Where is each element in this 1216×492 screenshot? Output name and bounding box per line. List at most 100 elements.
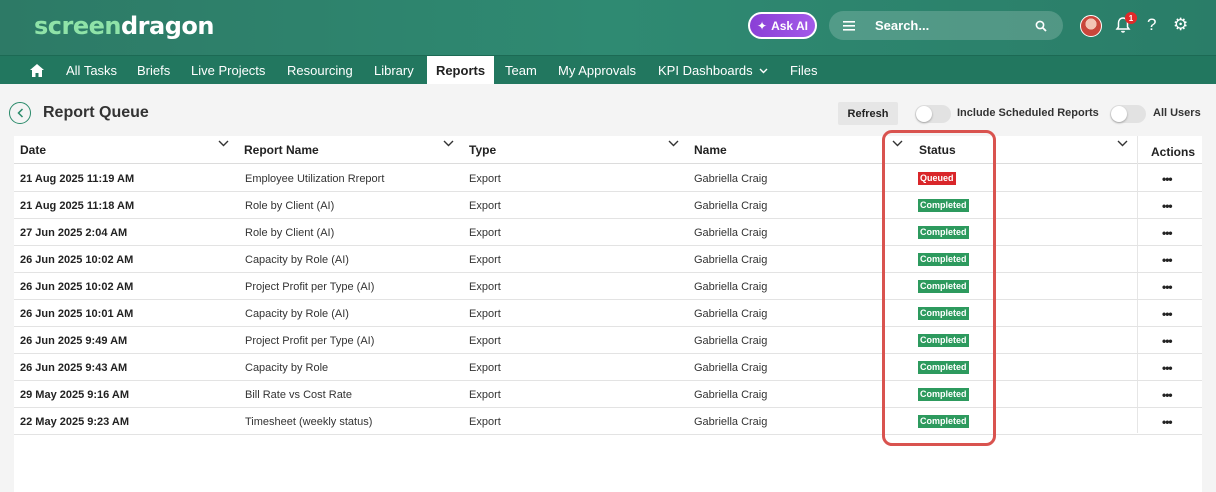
cell-report-name: Project Profit per Type (AI) — [245, 334, 375, 347]
table-row[interactable]: 26 Jun 2025 9:43 AM Capacity by Role Expor… — [14, 354, 1202, 381]
chevron-down-icon[interactable] — [443, 140, 454, 147]
nav-reports[interactable]: Reports — [427, 56, 494, 85]
cell-type: Export — [469, 172, 501, 185]
row-actions-button[interactable]: ••• — [1162, 408, 1173, 435]
main-nav: All Tasks Briefs Live Projects Resourcin… — [0, 55, 1216, 85]
gear-icon[interactable]: ⚙ — [1173, 15, 1188, 35]
cell-name: Gabriella Craig — [694, 361, 768, 374]
cell-name: Gabriella Craig — [694, 388, 768, 401]
more-icon: ••• — [1162, 333, 1173, 348]
table-row[interactable]: 22 May 2025 9:23 AM Timesheet (weekly sta… — [14, 408, 1202, 435]
more-icon: ••• — [1162, 414, 1173, 429]
chevron-down-icon[interactable] — [668, 140, 679, 147]
cell-date: 26 Jun 2025 10:02 AM — [20, 253, 134, 266]
cell-report-name: Capacity by Role — [245, 361, 329, 374]
row-actions-button[interactable]: ••• — [1162, 327, 1173, 354]
home-icon[interactable] — [30, 56, 44, 85]
nav-library[interactable]: Library — [374, 56, 414, 85]
include-scheduled-toggle[interactable] — [915, 105, 951, 123]
status-badge: Completed — [918, 253, 969, 266]
cell-status: Completed — [918, 300, 969, 327]
cell-report-name: Role by Client (AI) — [245, 226, 335, 239]
cell-type: Export — [469, 388, 501, 401]
col-actions: Actions — [1151, 145, 1196, 159]
cell-status: Completed — [918, 327, 969, 354]
search-input[interactable]: Search... — [875, 18, 1035, 33]
chevron-down-icon — [759, 68, 768, 73]
col-name[interactable]: Name — [694, 136, 727, 164]
status-badge: Completed — [918, 334, 969, 347]
table-row[interactable]: 26 Jun 2025 10:02 AM Capacity by Role (AI… — [14, 246, 1202, 273]
row-actions-button[interactable]: ••• — [1162, 246, 1173, 273]
ask-ai-button[interactable]: ✦ Ask AI — [748, 12, 817, 39]
app-logo[interactable]: screendragon — [34, 12, 214, 40]
ask-ai-label: Ask AI — [771, 18, 808, 33]
status-badge: Completed — [918, 199, 969, 212]
row-actions-button[interactable]: ••• — [1162, 354, 1173, 381]
more-icon: ••• — [1162, 279, 1173, 294]
user-avatar[interactable] — [1080, 15, 1102, 37]
nav-kpi-dashboards[interactable]: KPI Dashboards — [658, 56, 768, 85]
table-row[interactable]: 21 Aug 2025 11:19 AM Employee Utilization… — [14, 165, 1202, 192]
nav-live-projects[interactable]: Live Projects — [191, 56, 265, 85]
col-report-name[interactable]: Report Name — [244, 136, 319, 164]
cell-type: Export — [469, 334, 501, 347]
cell-type: Export — [469, 226, 501, 239]
row-actions-button[interactable]: ••• — [1162, 273, 1173, 300]
more-icon: ••• — [1162, 225, 1173, 240]
cell-date: 26 Jun 2025 10:01 AM — [20, 307, 134, 320]
nav-my-approvals[interactable]: My Approvals — [558, 56, 636, 85]
cell-name: Gabriella Craig — [694, 172, 768, 185]
search-icon[interactable] — [1035, 20, 1047, 32]
search-bar[interactable]: Search... — [829, 11, 1063, 40]
refresh-button[interactable]: Refresh — [838, 102, 898, 125]
page-title: Report Queue — [43, 104, 149, 121]
nav-all-tasks[interactable]: All Tasks — [66, 56, 117, 85]
cell-report-name: Bill Rate vs Cost Rate — [245, 388, 352, 401]
menu-icon[interactable] — [843, 20, 855, 31]
cell-name: Gabriella Craig — [694, 226, 768, 239]
row-actions-button[interactable]: ••• — [1162, 192, 1173, 219]
cell-date: 22 May 2025 9:23 AM — [20, 415, 130, 428]
help-icon[interactable]: ? — [1147, 15, 1156, 35]
all-users-toggle[interactable] — [1110, 105, 1146, 123]
col-type[interactable]: Type — [469, 136, 496, 164]
table-row[interactable]: 26 Jun 2025 10:01 AM Capacity by Role (AI… — [14, 300, 1202, 327]
status-badge: Completed — [918, 307, 969, 320]
cell-status: Completed — [918, 219, 969, 246]
row-actions-button[interactable]: ••• — [1162, 381, 1173, 408]
col-date[interactable]: Date — [20, 136, 46, 164]
report-queue-page: Report Queue Refresh Include Scheduled R… — [0, 84, 1216, 492]
row-actions-button[interactable]: ••• — [1162, 219, 1173, 246]
status-badge: Completed — [918, 280, 969, 293]
nav-team[interactable]: Team — [505, 56, 537, 85]
col-status[interactable]: Status — [919, 136, 956, 164]
table-row[interactable]: 27 Jun 2025 2:04 AM Role by Client (AI) Ex… — [14, 219, 1202, 246]
logo-part-2: dragon — [121, 12, 214, 40]
nav-briefs[interactable]: Briefs — [137, 56, 170, 85]
cell-report-name: Capacity by Role (AI) — [245, 307, 349, 320]
table-row[interactable]: 29 May 2025 9:16 AM Bill Rate vs Cost Rat… — [14, 381, 1202, 408]
table-row[interactable]: 26 Jun 2025 9:49 AM Project Profit per Ty… — [14, 327, 1202, 354]
include-scheduled-label: Include Scheduled Reports — [957, 107, 1099, 119]
cell-status: Completed — [918, 192, 969, 219]
report-table: Date Report Name Type Name Status Action… — [14, 136, 1202, 492]
chevron-down-icon[interactable] — [1117, 140, 1128, 147]
cell-report-name: Timesheet (weekly status) — [245, 415, 373, 428]
cell-status: Completed — [918, 246, 969, 273]
chevron-down-icon[interactable] — [892, 140, 903, 147]
row-actions-button[interactable]: ••• — [1162, 300, 1173, 327]
chevron-left-icon — [16, 108, 23, 118]
row-actions-button[interactable]: ••• — [1162, 165, 1173, 192]
cell-type: Export — [469, 361, 501, 374]
chevron-down-icon[interactable] — [218, 140, 229, 147]
cell-type: Export — [469, 280, 501, 293]
cell-status: Completed — [918, 381, 969, 408]
table-header: Date Report Name Type Name Status Action… — [14, 136, 1202, 164]
table-row[interactable]: 21 Aug 2025 11:18 AM Role by Client (AI) E… — [14, 192, 1202, 219]
cell-name: Gabriella Craig — [694, 334, 768, 347]
nav-files[interactable]: Files — [790, 56, 817, 85]
table-row[interactable]: 26 Jun 2025 10:02 AM Project Profit per T… — [14, 273, 1202, 300]
back-button[interactable] — [9, 102, 31, 124]
nav-resourcing[interactable]: Resourcing — [287, 56, 353, 85]
